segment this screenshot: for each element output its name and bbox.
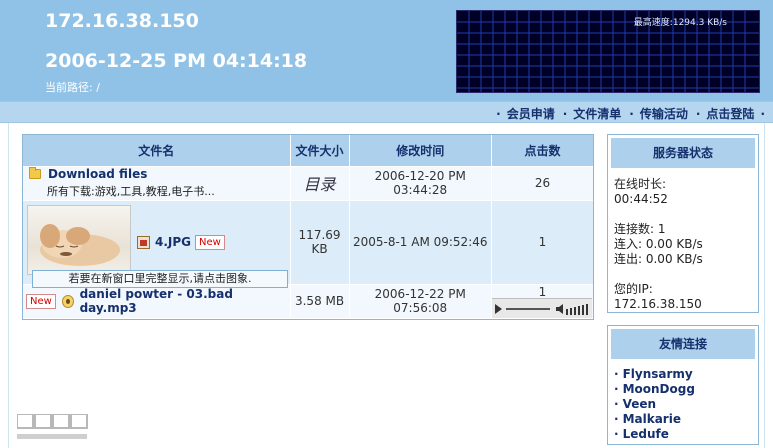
music-file-icon — [61, 294, 74, 308]
nav-item-file-list[interactable]: · 文件清单 — [563, 105, 622, 122]
table-row: Download files 所有下载:游戏,工具,教程,电子书... 目录 2… — [23, 165, 593, 200]
header: 172.16.38.150 2006-12-25 PM 04:14:18 当前路… — [0, 0, 773, 101]
server-status-body: 在线时长: 00:44:52 连接数: 1 连入: 0.00 KB/s 连出: … — [608, 171, 758, 318]
play-icon[interactable] — [494, 304, 502, 314]
seek-bar[interactable] — [505, 308, 550, 310]
file-size-cell: 117.69 KB — [290, 199, 350, 284]
column-header-size[interactable]: 文件大小 — [290, 135, 350, 166]
nav-item-label: 文件清单 — [573, 107, 622, 121]
folder-name[interactable]: Download files — [48, 167, 147, 181]
file-name-cell: New daniel powter - 03.bad day.mp3 — [23, 283, 291, 318]
friend-links-box: 友情连接 · Flynsarmy · MoonDogg · Veen · Malkari… — [607, 325, 759, 445]
image-file-link[interactable]: 4.JPG New — [137, 234, 225, 250]
server-status-box: 服务器状态 在线时长: 00:44:52 连接数: 1 连入: 0.00 KB/… — [607, 134, 759, 313]
directory-label: 目录 — [303, 175, 336, 194]
nav-bullet: · — [760, 106, 765, 121]
folder-link[interactable]: Download files — [23, 167, 290, 181]
server-datetime: 2006-12-25 PM 04:14:18 — [45, 50, 308, 72]
table-row: 4.JPG New 若要在新窗口里完整显示,请点击图象. 117.69 KB 2… — [23, 199, 593, 288]
friend-link-label: Flynsarmy — [622, 367, 693, 381]
column-header-hits[interactable]: 点击数 — [491, 135, 593, 166]
current-path: 当前路径: / — [45, 79, 100, 95]
image-file-name[interactable]: 4.JPG — [155, 235, 191, 249]
speed-graph: 最高速度:1294.3 KB/s — [456, 10, 760, 93]
friend-link-label: Ledufe — [622, 427, 669, 441]
nav-item-label: 点击登陆 — [706, 107, 755, 121]
image-tooltip: 若要在新窗口里完整显示,请点击图象. — [32, 269, 288, 288]
audio-file-name[interactable]: daniel powter - 03.bad day.mp3 — [80, 287, 290, 315]
column-header-filename[interactable]: 文件名 — [23, 135, 291, 166]
column-header-modified[interactable]: 修改时间 — [349, 135, 492, 166]
friend-link-label: Veen — [622, 397, 657, 411]
file-name-cell: Download files 所有下载:游戏,工具,教程,电子书... — [23, 165, 291, 200]
friend-link[interactable]: · MoonDogg — [614, 382, 752, 397]
hits-cell: 1 — [491, 199, 593, 284]
friend-link-label: MoonDogg — [622, 382, 695, 396]
nav-bullet: · — [629, 106, 634, 121]
outgoing-rate: 连出: 0.00 KB/s — [614, 252, 703, 266]
connections-count: 连接数: 1 — [614, 222, 666, 236]
server-status-title: 服务器状态 — [611, 138, 755, 168]
nav-item-label: 传输活动 — [639, 107, 688, 121]
volume-slider[interactable] — [565, 303, 590, 315]
puppy-image — [40, 223, 120, 266]
nav-item-transfers[interactable]: · 传输活动 — [629, 105, 688, 122]
speaker-icon[interactable] — [555, 304, 564, 314]
file-name-cell: 4.JPG New 若要在新窗口里完整显示,请点击图象. — [23, 199, 291, 288]
main-panel: 文件名 文件大小 修改时间 点击数 Download files 所有下载:游戏… — [8, 123, 765, 448]
server-ip-title: 172.16.38.150 — [45, 10, 199, 32]
friend-link-label: Malkarie — [622, 412, 681, 426]
max-speed-value: 1294.3 KB/s — [672, 18, 727, 28]
online-time-value: 00:44:52 — [614, 192, 668, 206]
current-path-value: / — [96, 81, 100, 94]
current-path-label: 当前路径: — [45, 81, 93, 94]
online-time-label: 在线时长: — [614, 177, 667, 191]
nav-bar: · 会员申请 · 文件清单 · 传输活动 · 点击登陆 · — [0, 101, 773, 123]
friend-link[interactable]: · Veen — [614, 397, 752, 412]
max-speed-label: 最高速度:1294.3 KB/s — [634, 15, 727, 28]
nav-bullet: · — [695, 106, 701, 121]
new-badge: New — [195, 234, 225, 250]
friend-links-list: · Flynsarmy · MoonDogg · Veen · Malkarie · Le… — [608, 362, 758, 447]
image-file-icon — [137, 235, 150, 249]
audio-player — [491, 298, 592, 318]
new-badge: New — [26, 293, 56, 309]
nav-item-login[interactable]: · 点击登陆 · — [696, 105, 765, 122]
nav-menu: · 会员申请 · 文件清单 · 传输活动 · 点击登陆 · — [488, 105, 765, 122]
friend-link[interactable]: · Ledufe — [614, 427, 752, 442]
table-row: New daniel powter - 03.bad day.mp3 3.58 … — [23, 283, 593, 318]
your-ip-value: 172.16.38.150 — [614, 297, 702, 311]
file-table: 文件名 文件大小 修改时间 点击数 Download files 所有下载:游戏… — [22, 134, 594, 320]
friend-link[interactable]: · Flynsarmy — [614, 367, 752, 382]
file-size-cell: 3.58 MB — [290, 283, 350, 318]
modified-cell: 2006-12-22 PM 07:56:08 — [349, 283, 492, 318]
friend-links-title: 友情连接 — [611, 329, 755, 359]
audio-file-link[interactable]: New daniel powter - 03.bad day.mp3 — [23, 287, 290, 315]
modified-cell: 2006-12-20 PM 03:44:28 — [349, 165, 492, 200]
modified-cell: 2005-8-1 AM 09:52:46 — [349, 199, 492, 284]
folder-description: 所有下载:游戏,工具,教程,电子书... — [47, 185, 215, 198]
file-size-cell: 目录 — [290, 165, 350, 200]
nav-item-label: 会员申请 — [506, 107, 555, 121]
folder-icon — [29, 167, 41, 179]
nav-bullet: · — [562, 106, 568, 121]
hits-cell: 26 — [491, 165, 593, 200]
friend-link[interactable]: · Malkarie — [614, 412, 752, 427]
watermark-logo — [17, 414, 88, 439]
nav-item-register[interactable]: · 会员申请 — [496, 105, 555, 122]
nav-bullet: · — [496, 106, 501, 121]
hits-cell: 1 — [491, 283, 593, 318]
image-thumbnail[interactable] — [27, 204, 131, 275]
max-speed-caption: 最高速度: — [633, 18, 673, 28]
incoming-rate: 连入: 0.00 KB/s — [614, 237, 703, 251]
your-ip-label: 您的IP: — [614, 282, 653, 296]
